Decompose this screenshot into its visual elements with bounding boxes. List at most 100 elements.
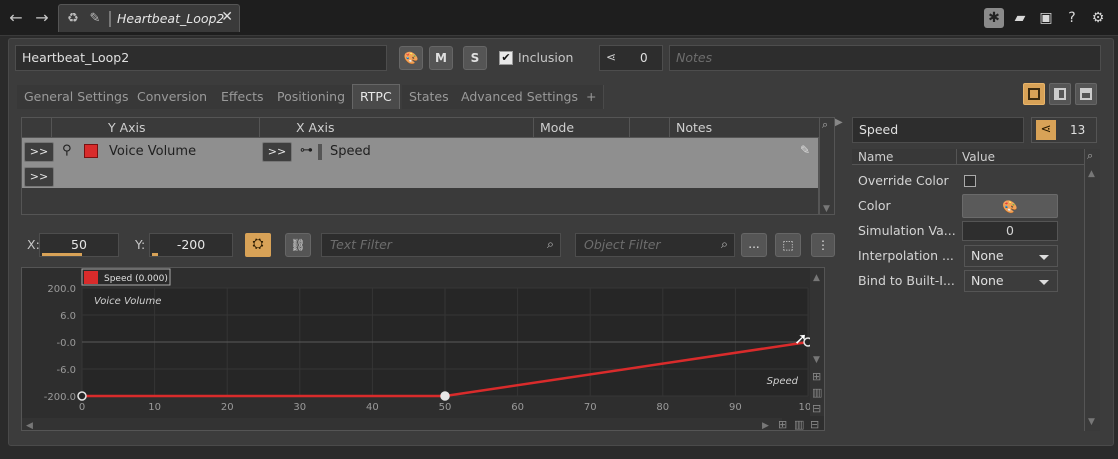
expand-y-button[interactable]: >> bbox=[24, 142, 54, 162]
reference-count-box[interactable]: ⋖ 13 bbox=[1031, 117, 1097, 143]
fit-x-icon[interactable]: ▥ bbox=[794, 418, 804, 431]
tab-separator bbox=[109, 11, 111, 27]
interpolation-dropdown[interactable]: None bbox=[964, 245, 1058, 267]
table-row[interactable]: >> ⚲ Voice Volume >> ⊶ Speed ✎ bbox=[22, 138, 818, 166]
simulation-value-input[interactable]: 0 bbox=[962, 221, 1058, 241]
property-search-field[interactable]: Speed bbox=[852, 117, 1024, 143]
edit-pencil-icon[interactable]: ✎ bbox=[800, 143, 810, 157]
property-row-simulation-value: Simulation Va... 0 bbox=[852, 219, 1084, 243]
zoom-out-x-icon[interactable]: ⊟ bbox=[810, 418, 819, 431]
x-axis-label: Speed bbox=[767, 376, 799, 387]
ellipsis-button[interactable]: ... bbox=[741, 233, 767, 257]
zoom-in-x-icon[interactable]: ⊞ bbox=[778, 418, 787, 431]
grid-header-mode[interactable]: Mode bbox=[534, 118, 630, 138]
share-box[interactable]: ⋖ 0 bbox=[599, 45, 663, 71]
grid-scrollbar[interactable]: ⌕ ▼ bbox=[819, 117, 835, 215]
column-header-name[interactable]: Name bbox=[858, 150, 893, 164]
tab-effects[interactable]: Effects bbox=[214, 85, 272, 109]
tab-general-settings[interactable]: General Settings bbox=[17, 85, 137, 109]
text-filter-input[interactable]: Text Filter ⌕ bbox=[321, 233, 561, 257]
bind-builtin-dropdown[interactable]: None bbox=[964, 270, 1058, 292]
override-color-checkbox[interactable] bbox=[964, 175, 976, 187]
x-axis-bar bbox=[318, 144, 322, 160]
zoom-out-y-icon[interactable]: ⊟ bbox=[812, 402, 821, 415]
grid-header-x-axis[interactable]: X Axis bbox=[260, 118, 534, 138]
scroll-down-icon[interactable]: ▼ bbox=[813, 355, 820, 365]
settings-icon[interactable]: ⚙ bbox=[1088, 8, 1108, 28]
tab-positioning[interactable]: Positioning bbox=[270, 85, 353, 109]
notes-field[interactable]: Notes bbox=[669, 45, 1101, 71]
rtpc-curve-chart[interactable]: 0 10 20 30 40 50 60 70 80 90 100 200.0 6.0 -0.0 -6.0 -2… bbox=[21, 267, 825, 431]
chart-svg[interactable]: 0 10 20 30 40 50 60 70 80 90 100200.06.0-0.0-6.0-2… bbox=[22, 268, 826, 432]
tab-conversion[interactable]: Conversion bbox=[130, 85, 216, 109]
snap-to-grid-icon[interactable]: ⛭ bbox=[245, 233, 271, 257]
curve-control-point[interactable] bbox=[440, 391, 450, 401]
curve-control-point[interactable] bbox=[77, 391, 87, 401]
zoom-in-y-icon[interactable]: ⊞ bbox=[812, 370, 821, 383]
palette-icon[interactable]: 🎨 bbox=[399, 46, 423, 70]
scroll-up-icon[interactable]: ▲ bbox=[1088, 169, 1095, 179]
search-icon[interactable]: ⌕ bbox=[1087, 149, 1093, 163]
tab-add[interactable]: + bbox=[579, 85, 605, 109]
y-tick-label: -0.0 bbox=[56, 338, 76, 349]
search-icon: ⌕ bbox=[720, 236, 728, 251]
property-name: Bind to Built-I... bbox=[858, 273, 955, 288]
x-coord-label: X: bbox=[27, 237, 40, 252]
x-coord-input[interactable]: 50 bbox=[39, 233, 119, 257]
game-parameter-icon: ⊶ bbox=[300, 143, 313, 158]
folder-icon[interactable]: ▰ bbox=[1010, 8, 1030, 28]
mute-button[interactable]: M bbox=[429, 46, 453, 70]
inclusion-checkbox[interactable]: ✔ bbox=[499, 51, 513, 65]
layout-horizontal-split-icon[interactable] bbox=[1075, 83, 1097, 105]
tab-states[interactable]: States bbox=[402, 85, 457, 109]
fit-y-icon[interactable]: ▥ bbox=[812, 386, 822, 399]
x-tick-label: 30 bbox=[293, 402, 306, 413]
expand-new-row-button[interactable]: >> bbox=[24, 167, 54, 187]
collapse-arrow-icon[interactable]: ▶ bbox=[835, 117, 843, 128]
expand-x-button[interactable]: >> bbox=[262, 142, 292, 162]
rtpc-grid: Y Axis X Axis Mode Notes >> ⚲ Voice Volu… bbox=[21, 117, 820, 215]
palette-icon[interactable]: 🎨 bbox=[962, 194, 1058, 218]
back-arrow-icon[interactable]: ← bbox=[6, 8, 26, 28]
chart-h-scrollbar[interactable] bbox=[22, 418, 782, 430]
y-tick-label: -200.0 bbox=[44, 392, 76, 403]
x-tick-label: 80 bbox=[656, 402, 669, 413]
help-icon[interactable]: ? bbox=[1062, 8, 1082, 28]
select-tool-icon[interactable]: ⬚ bbox=[775, 233, 801, 257]
solo-button[interactable]: S bbox=[463, 46, 487, 70]
search-icon: ⌕ bbox=[546, 236, 554, 251]
y-coord-input[interactable]: -200 bbox=[149, 233, 233, 257]
grid-header-notes[interactable]: Notes bbox=[670, 118, 820, 138]
tab-rtpc[interactable]: RTPC bbox=[352, 84, 400, 109]
document-tab-title: Heartbeat_Loop2 bbox=[117, 11, 225, 26]
scroll-down-icon[interactable]: ▼ bbox=[1088, 417, 1095, 427]
table-row[interactable]: >> bbox=[22, 166, 818, 188]
document-tab[interactable]: ♻ ✎ Heartbeat_Loop2 ✕ bbox=[58, 4, 240, 32]
save-icon[interactable]: ▣ bbox=[1036, 8, 1056, 28]
x-tick-label: 70 bbox=[584, 402, 597, 413]
y-tick-label: -6.0 bbox=[56, 365, 76, 376]
object-name-field[interactable]: Heartbeat_Loop2 bbox=[15, 45, 387, 71]
scroll-down-icon[interactable]: ▼ bbox=[823, 204, 830, 214]
scroll-up-icon[interactable]: ▲ bbox=[813, 273, 820, 283]
column-header-value[interactable]: Value bbox=[962, 150, 995, 164]
forward-arrow-icon[interactable]: → bbox=[32, 8, 52, 28]
more-menu-icon[interactable]: ⋮ bbox=[811, 233, 835, 257]
link-icon[interactable]: ⛓ bbox=[285, 233, 311, 257]
tab-advanced-settings[interactable]: Advanced Settings bbox=[454, 85, 586, 109]
grid-header-y-axis[interactable]: Y Axis bbox=[52, 118, 260, 138]
column-divider bbox=[956, 149, 957, 165]
property-scrollbar[interactable]: ⌕ ▲ ▼ bbox=[1084, 149, 1100, 431]
pin-icon[interactable]: ⚲ bbox=[62, 143, 72, 158]
legend-label: Speed (0.000) bbox=[104, 274, 168, 284]
y-coord-progress bbox=[152, 253, 158, 256]
search-icon[interactable]: ⌕ bbox=[822, 118, 828, 132]
x-tick-label: 50 bbox=[439, 402, 452, 413]
layout-vertical-split-icon[interactable] bbox=[1049, 83, 1071, 105]
scroll-right-icon[interactable]: ▶ bbox=[762, 421, 769, 431]
scroll-left-icon[interactable]: ◀ bbox=[26, 421, 33, 431]
star-icon[interactable]: ✱ bbox=[984, 8, 1004, 28]
object-filter-input[interactable]: Object Filter ⌕ bbox=[575, 233, 735, 257]
close-tab-icon[interactable]: ✕ bbox=[221, 9, 233, 25]
layout-single-icon[interactable] bbox=[1023, 83, 1045, 105]
